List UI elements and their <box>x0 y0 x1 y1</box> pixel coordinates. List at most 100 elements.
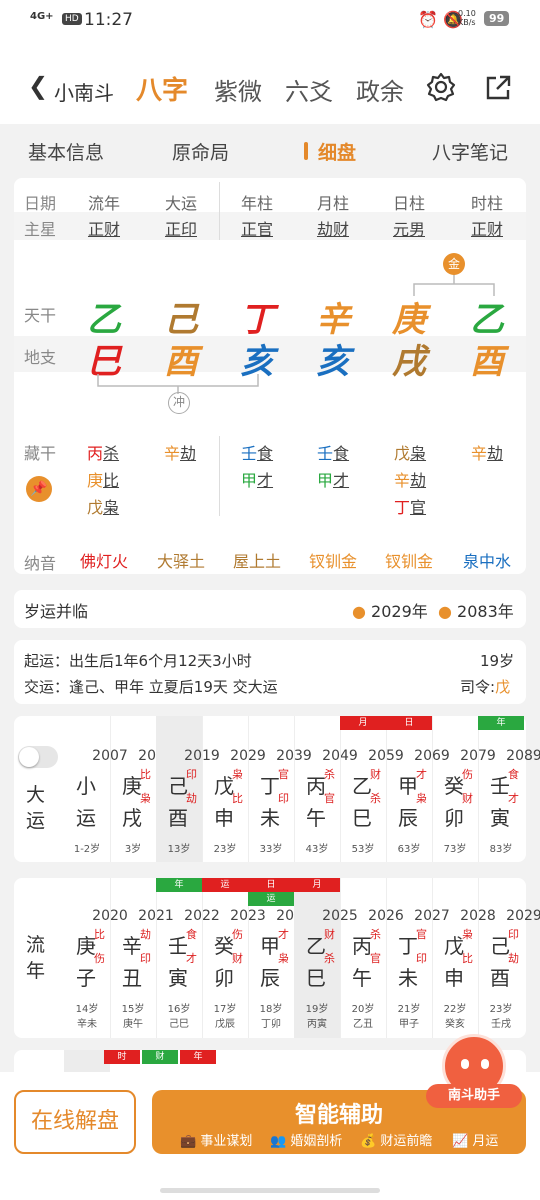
dayun-column[interactable]: 月2059乙巳财杀53岁 <box>340 716 404 862</box>
column-shishen-gan: 印 <box>186 768 197 781</box>
column-zhi: 申 <box>444 966 464 990</box>
dayun-column[interactable]: 2009庚戌比枭3岁 <box>110 716 174 862</box>
app-header: ❮ 小南斗 八字 紫微 六爻 政余 <box>0 44 540 124</box>
share-icon[interactable] <box>484 74 512 102</box>
column-shishen-zhi: 官 <box>370 952 381 965</box>
pillar-nayin: 屋上土 <box>232 552 281 571</box>
pillar-name: 大运 <box>164 194 197 213</box>
column-shishen-zhi: 印 <box>278 792 289 805</box>
suiyun-year-1: ● 2029年 <box>352 602 428 621</box>
pillar-star[interactable]: 正印 <box>146 216 216 240</box>
column-age: 1-2岁 <box>73 844 101 855</box>
subtab-chart[interactable]: 原命局 <box>172 138 229 165</box>
hidden-stem: 甲才 <box>241 471 274 490</box>
column-shishen-gan: 伤 <box>232 928 243 941</box>
tab-bazi[interactable]: 八字 <box>136 70 188 107</box>
helper-label: 南斗助手 <box>426 1084 522 1108</box>
label-tiangan: 天干 <box>24 306 57 325</box>
assist-career[interactable]: 💼 事业谋划 <box>180 1130 252 1149</box>
column-zhi: 酉 <box>168 806 188 830</box>
column-age: 13岁 <box>167 844 191 855</box>
column-gan: 丙 <box>352 934 372 958</box>
liunian-column[interactable]: 2029 己酉 印劫 23岁 壬戌 <box>478 878 540 1038</box>
column-ganzhi: 庚午 <box>123 1019 143 1030</box>
hidden-stem: 壬食 <box>317 444 350 463</box>
liunian-column[interactable]: 年2022壬寅食才16岁己巳 <box>156 878 220 1038</box>
gan-relation-badge: 金 <box>443 253 465 275</box>
tab-ziwei[interactable]: 紫微 <box>214 72 262 107</box>
subtab-notes[interactable]: 八字笔记 <box>432 138 508 165</box>
dayun-toggle[interactable] <box>18 746 58 768</box>
column-age: 16岁 <box>167 1004 191 1015</box>
dayun-column[interactable]: 2007小运1-2岁 <box>64 716 128 862</box>
column-zhi: 寅 <box>490 806 510 830</box>
tag-cai: 财 <box>142 1050 178 1064</box>
liunian-column[interactable]: 2027丁未官印21岁甲子 <box>386 878 450 1038</box>
dayun-column[interactable]: 日2069甲辰才枭63岁 <box>386 716 450 862</box>
liunian-column[interactable]: 日运2024甲辰才枭18岁丁卯 <box>248 878 312 1038</box>
liunian-column[interactable]: 2028戊申枭比22岁癸亥 <box>432 878 496 1038</box>
back-arrow-icon[interactable]: ❮ <box>28 72 48 100</box>
column-shishen-zhi: 官 <box>324 792 335 805</box>
liunian-column[interactable]: 2021辛丑劫印15岁庚午 <box>110 878 174 1038</box>
label-nayin: 纳音 <box>24 554 57 573</box>
column-age: 19岁 <box>305 1004 329 1015</box>
dayun-card: 大运 2007小运1-2岁2009庚戌比枭3岁2019己酉印劫13岁2029戊申… <box>14 716 540 862</box>
clock: 11:27 <box>84 10 133 30</box>
column-zhi: 辰 <box>398 806 418 830</box>
column-gan: 丙 <box>306 774 326 798</box>
column-shishen-gan: 杀 <box>324 768 335 781</box>
column-zhi: 辰 <box>260 966 280 990</box>
column-ganzhi: 甲子 <box>399 1019 419 1030</box>
pillar-zhi[interactable]: 戌 <box>374 334 444 383</box>
dayun-column[interactable]: 2049丙午杀官43岁 <box>294 716 358 862</box>
tab-zhengyu[interactable]: 政余 <box>356 72 404 107</box>
liunian-column[interactable]: 2026丙午杀官20岁乙丑 <box>340 878 404 1038</box>
network-indicator: 4G+ <box>30 11 54 22</box>
hidden-stem: 壬食 <box>241 444 274 463</box>
pillar-nayin: 钗钏金 <box>384 552 433 571</box>
column-shishen-gan: 劫 <box>140 928 151 941</box>
dayun-column[interactable]: 2039丁未官印33岁 <box>248 716 312 862</box>
liunian-column[interactable]: 月2025乙巳财杀19岁丙寅 <box>294 878 358 1038</box>
back-label[interactable]: 小南斗 <box>54 77 114 106</box>
pillar-star[interactable]: 正财 <box>452 216 522 240</box>
column-gan: 癸 <box>444 774 464 798</box>
column-ganzhi: 丁卯 <box>261 1019 281 1030</box>
column-year: 2029 <box>506 908 540 924</box>
gear-icon[interactable] <box>426 72 456 102</box>
pin-icon[interactable]: 📌 <box>26 476 52 502</box>
column-gan: 乙 <box>306 934 326 958</box>
column-gan: 甲 <box>398 774 418 798</box>
pillar-zhi[interactable]: 亥 <box>298 334 368 383</box>
dayun-column[interactable]: 2079癸卯伤财73岁 <box>432 716 496 862</box>
assist-monthly[interactable]: 📈 月运 <box>452 1130 498 1149</box>
hidden-stem: 甲才 <box>317 471 350 490</box>
subtab-basic-info[interactable]: 基本信息 <box>28 138 104 165</box>
column-shishen-gan: 枭 <box>462 928 473 941</box>
column-age: 63岁 <box>397 844 421 855</box>
dayun-column[interactable]: 2029戊申枭比23岁 <box>202 716 266 862</box>
pillar-star[interactable]: 元男 <box>374 216 444 240</box>
nandou-helper-button[interactable]: 南斗助手 <box>426 1030 522 1110</box>
column-zhi: 寅 <box>168 966 188 990</box>
column-shishen-zhi: 枭 <box>278 952 289 965</box>
column-tag: 月 <box>340 716 386 730</box>
pillar-star[interactable]: 正官 <box>222 216 292 240</box>
column-tag: 月 <box>294 878 340 892</box>
pillar-star[interactable]: 正财 <box>69 216 139 240</box>
liunian-column[interactable]: 2020庚子比伤14岁辛未 <box>64 878 128 1038</box>
pillar-zhi[interactable]: 酉 <box>452 334 522 383</box>
column-shishen-gan: 官 <box>416 928 427 941</box>
pillar-star[interactable]: 劫财 <box>298 216 368 240</box>
subtab-detail[interactable]: 细盘 <box>318 138 356 165</box>
tab-liuyao[interactable]: 六爻 <box>285 72 333 107</box>
column-shishen-zhi: 伤 <box>94 952 105 965</box>
dayun-column[interactable]: 2019己酉印劫13岁 <box>156 716 220 862</box>
online-reading-button[interactable]: 在线解盘 <box>14 1090 136 1154</box>
column-zhi: 酉 <box>490 966 510 990</box>
dayun-column[interactable]: 年 2089 壬寅 食才 83岁 <box>478 716 540 862</box>
assist-wealth[interactable]: 💰 财运前瞻 <box>360 1130 432 1149</box>
liunian-column[interactable]: 运2023癸卯伤财17岁戊辰 <box>202 878 266 1038</box>
assist-marriage[interactable]: 👥 婚姻剖析 <box>270 1130 342 1149</box>
